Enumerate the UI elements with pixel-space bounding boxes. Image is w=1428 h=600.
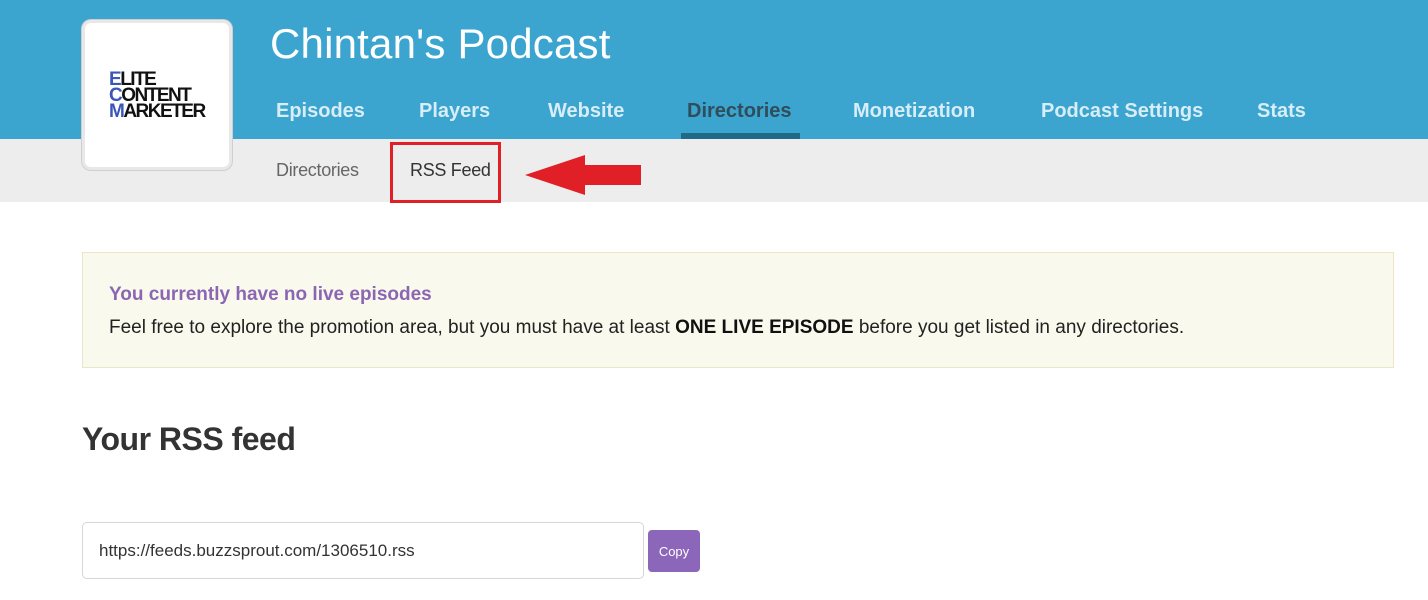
tab-podcast-settings[interactable]: Podcast Settings xyxy=(1041,100,1203,123)
podcast-artwork[interactable]: ELITE CONTENT MARKETER xyxy=(82,20,232,170)
active-tab-indicator xyxy=(681,133,800,139)
tab-stats[interactable]: Stats xyxy=(1257,100,1306,123)
alert-title: You currently have no live episodes xyxy=(109,284,432,305)
tab-directories[interactable]: Directories xyxy=(687,100,792,123)
copy-button[interactable]: Copy xyxy=(648,530,700,572)
red-arrow-left-icon xyxy=(525,155,641,195)
logo: ELITE CONTENT MARKETER xyxy=(109,69,219,129)
tab-players[interactable]: Players xyxy=(419,100,490,123)
rss-feed-highlight-box xyxy=(390,142,501,203)
podcast-title: Chintan's Podcast xyxy=(270,20,611,67)
tab-website[interactable]: Website xyxy=(548,100,624,123)
rss-feed-url-input[interactable] xyxy=(82,522,644,579)
alert-message-prefix: Feel free to explore the promotion area,… xyxy=(109,317,676,338)
logo-initial-m: M xyxy=(109,101,125,122)
logo-line-3: ARKETER xyxy=(123,101,206,122)
alert-message-emphasis: ONE LIVE EPISODE xyxy=(675,317,854,338)
no-live-episodes-alert: You currently have no live episodes Feel… xyxy=(82,252,1394,368)
tab-monetization[interactable]: Monetization xyxy=(853,100,975,123)
subtab-directories[interactable]: Directories xyxy=(276,160,359,181)
alert-message-suffix: before you get listed in any directories… xyxy=(853,317,1185,338)
alert-message: Feel free to explore the promotion area,… xyxy=(109,317,1184,339)
tab-episodes[interactable]: Episodes xyxy=(276,100,365,123)
rss-feed-heading: Your RSS feed xyxy=(82,421,296,457)
